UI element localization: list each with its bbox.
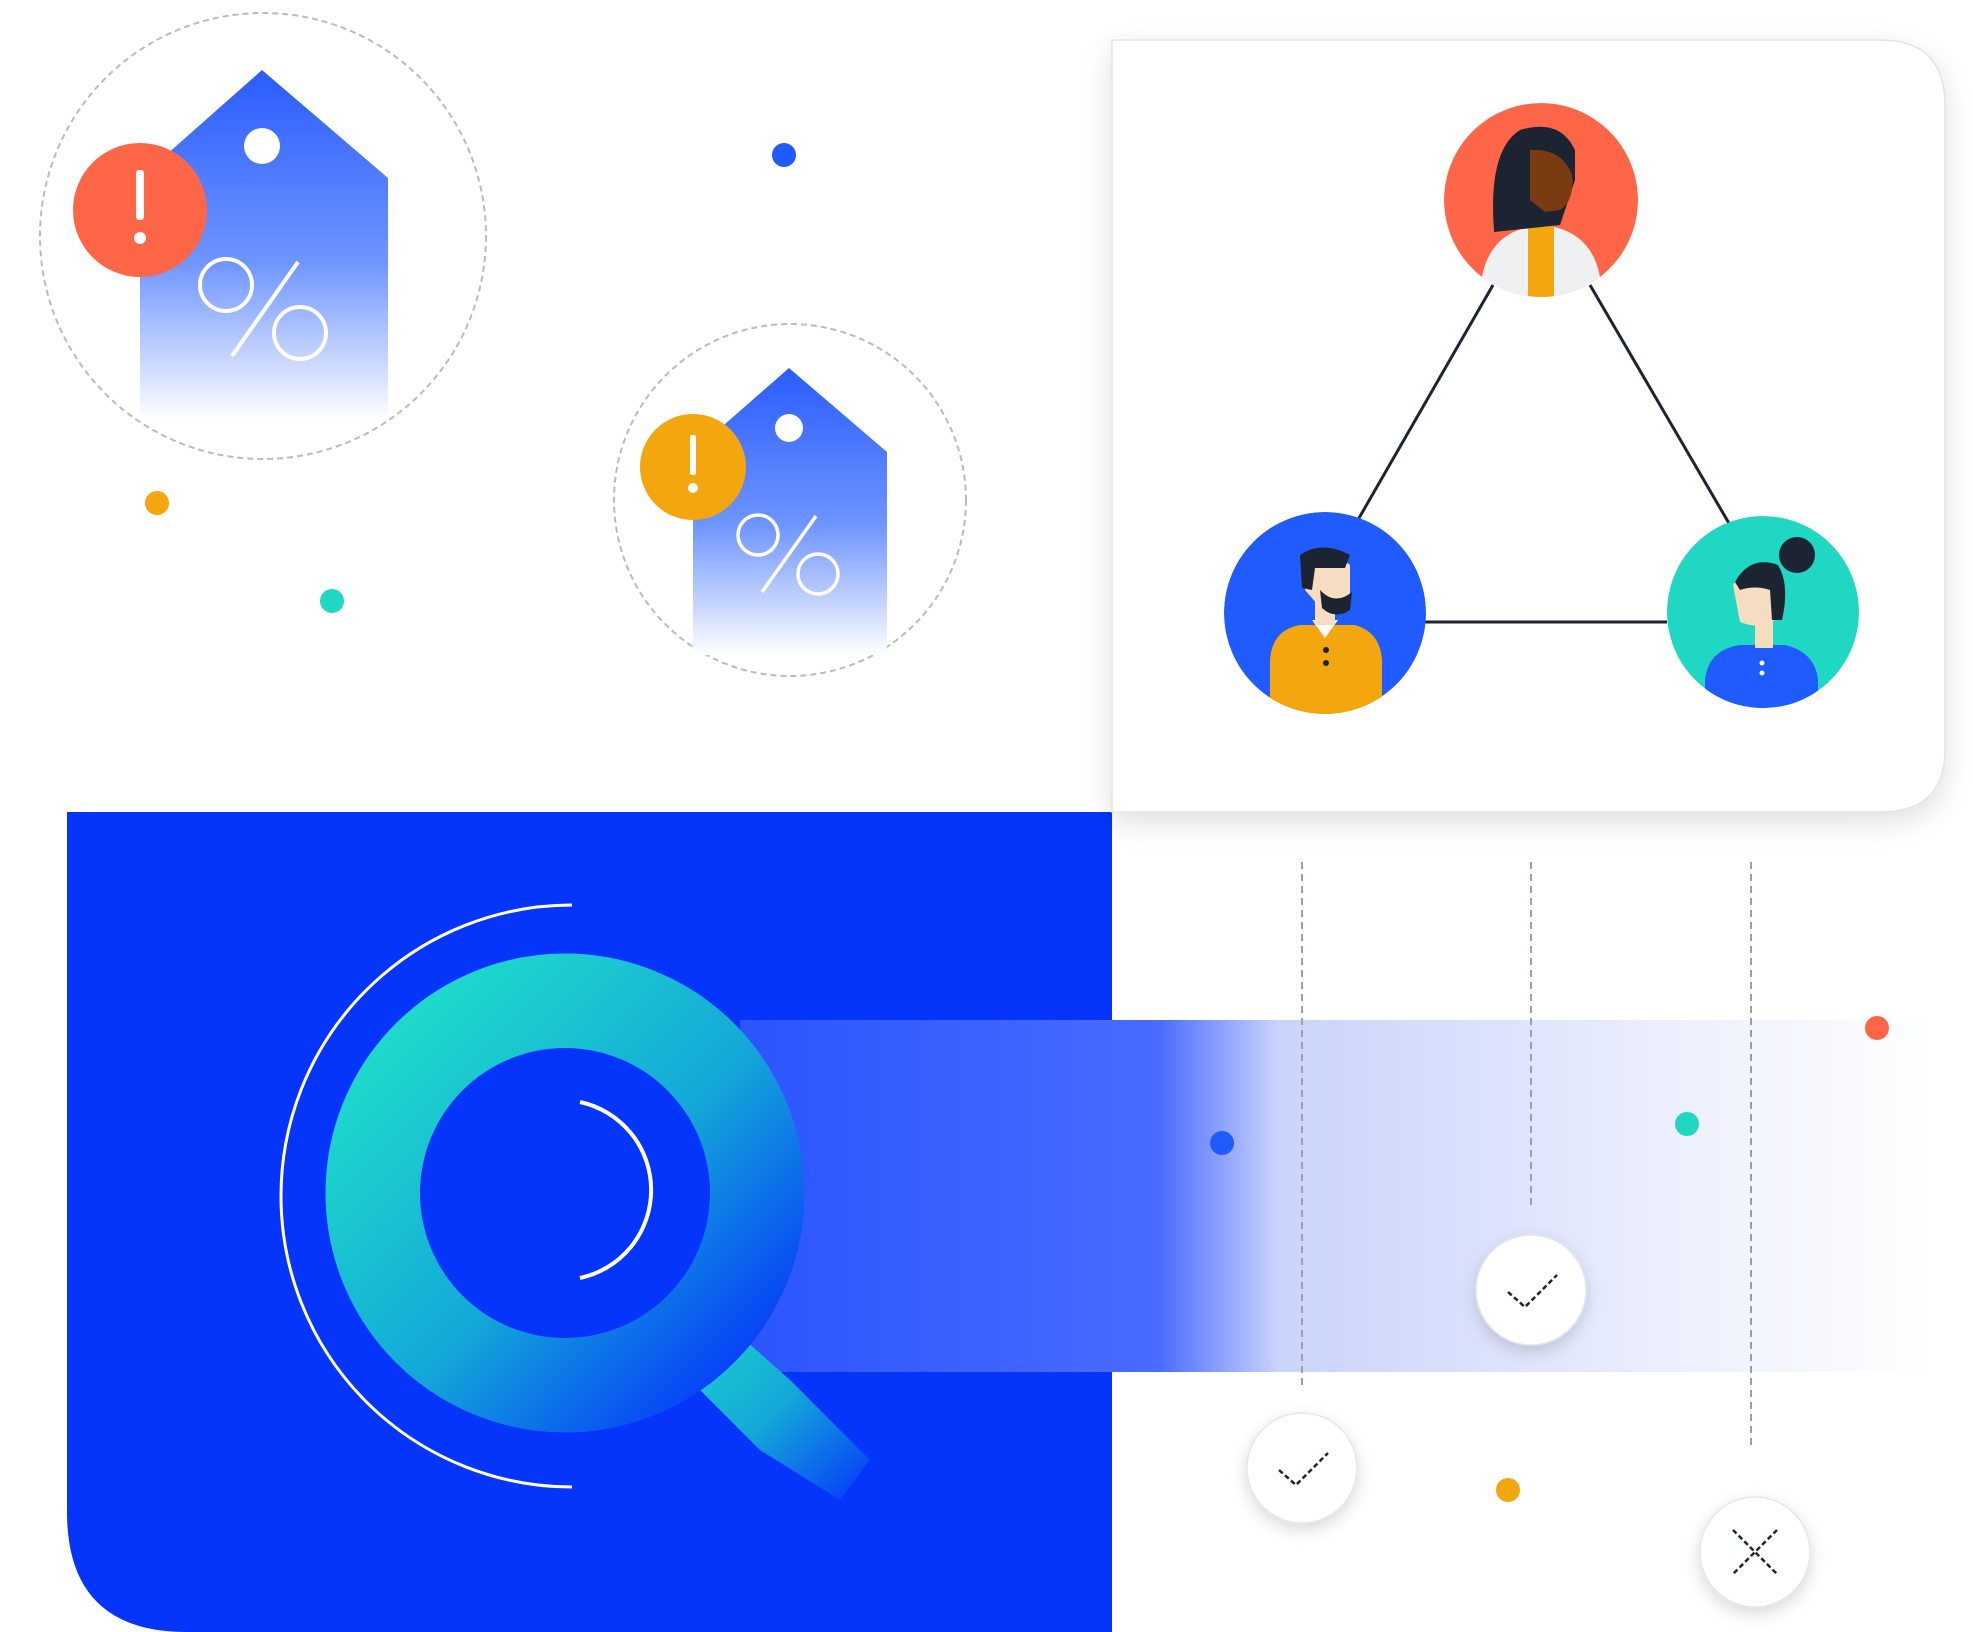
price-tag-large bbox=[39, 12, 487, 460]
dot-blue bbox=[1210, 1131, 1234, 1155]
cross-badge bbox=[1699, 1496, 1811, 1608]
dot-amber bbox=[1496, 1478, 1520, 1502]
illustration-canvas bbox=[39, 12, 1946, 1632]
alert-icon bbox=[73, 143, 207, 277]
dot-teal bbox=[1675, 1112, 1699, 1136]
check-badge bbox=[1475, 1234, 1587, 1346]
alert-icon bbox=[640, 414, 746, 520]
dot-blue bbox=[772, 143, 796, 167]
dot-teal bbox=[320, 589, 344, 613]
search-beam bbox=[740, 1020, 1935, 1372]
price-tag-small bbox=[613, 323, 967, 677]
check-badge bbox=[1246, 1412, 1358, 1524]
dot-amber bbox=[145, 491, 169, 515]
dot-coral bbox=[1865, 1016, 1889, 1040]
network-card bbox=[1111, 39, 1946, 813]
